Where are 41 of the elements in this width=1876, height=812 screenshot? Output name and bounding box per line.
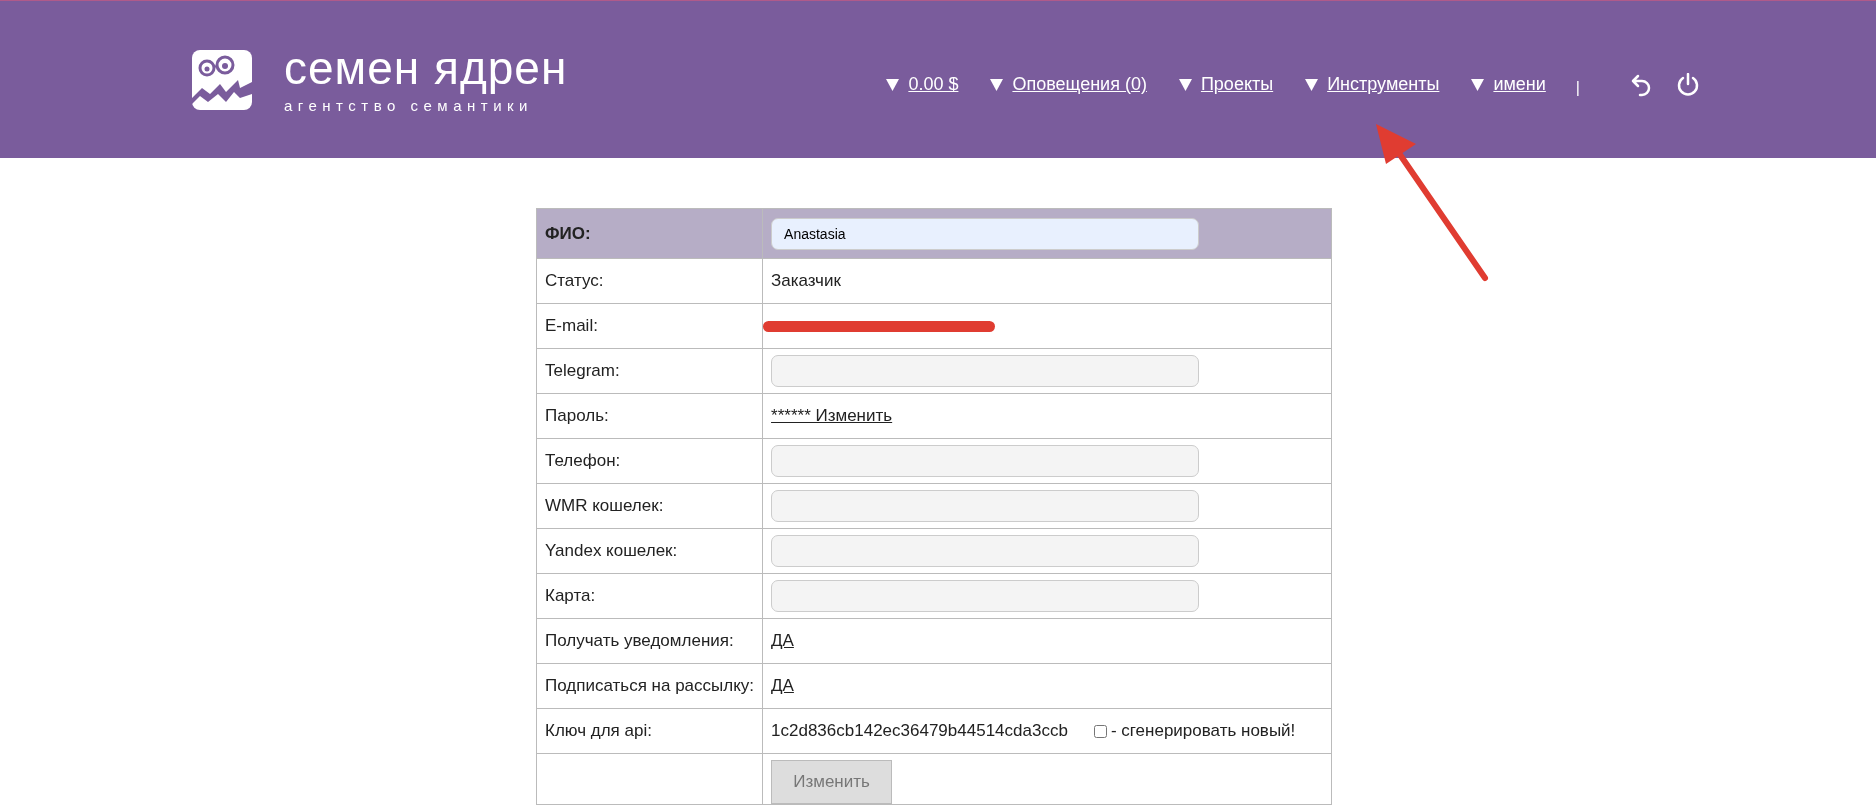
name-field[interactable]: Anastasia xyxy=(771,217,1200,250)
nav-separator: | xyxy=(1575,78,1580,97)
logo-icon xyxy=(190,47,254,112)
field-label: Yandex кошелек: xyxy=(545,541,678,560)
field-label: E-mail: xyxy=(545,316,598,335)
field-label: Пароль: xyxy=(545,406,609,425)
field-label: Подписаться на рассылку: xyxy=(545,676,755,695)
field-label: WMR кошелек: xyxy=(545,496,664,515)
change-button[interactable]: Изменить xyxy=(771,760,893,804)
field-label: Карта: xyxy=(545,586,596,605)
field-value: Заказчик xyxy=(771,271,841,290)
checkbox-label: - сгенерировать новый! xyxy=(1110,721,1296,741)
checkbox[interactable] xyxy=(1093,724,1107,738)
nav-link[interactable]: Инструменты xyxy=(1327,74,1440,95)
field-label: Статус: xyxy=(545,271,604,290)
nav-link[interactable]: Оповещения (0) xyxy=(1012,74,1147,95)
value-link[interactable]: ДА xyxy=(771,631,794,650)
caret-icon xyxy=(990,78,1004,91)
logo-subtitle: агентство семантики xyxy=(284,97,534,114)
input-field[interactable] xyxy=(771,445,1200,477)
caret-icon xyxy=(1178,78,1192,91)
input-field[interactable] xyxy=(771,580,1200,612)
nav-link[interactable]: 0.00 $ xyxy=(908,74,959,95)
caret-icon xyxy=(1305,78,1319,91)
nav-link[interactable]: Проекты xyxy=(1200,74,1274,95)
value-link[interactable]: ****** Изменить xyxy=(771,406,893,425)
input-field[interactable] xyxy=(771,355,1200,387)
field-label: Ключ для api: xyxy=(545,721,652,740)
field-label: Получать уведомления: xyxy=(545,631,734,650)
nav-link[interactable]: имени xyxy=(1493,74,1546,95)
caret-icon xyxy=(886,78,900,91)
field-label: Телефон: xyxy=(545,451,621,470)
undo-icon[interactable] xyxy=(1630,72,1652,97)
field-label: Telegram: xyxy=(545,361,620,380)
field-label: ФИО: xyxy=(545,223,591,243)
api-key: 1c2d836cb142ec36479b44514cda3ccb xyxy=(771,721,1068,741)
input-field[interactable] xyxy=(771,535,1200,567)
caret-icon xyxy=(1471,78,1485,91)
power-icon[interactable] xyxy=(1676,72,1700,97)
value-link[interactable]: ДА xyxy=(771,676,794,695)
input-field[interactable] xyxy=(771,490,1200,522)
